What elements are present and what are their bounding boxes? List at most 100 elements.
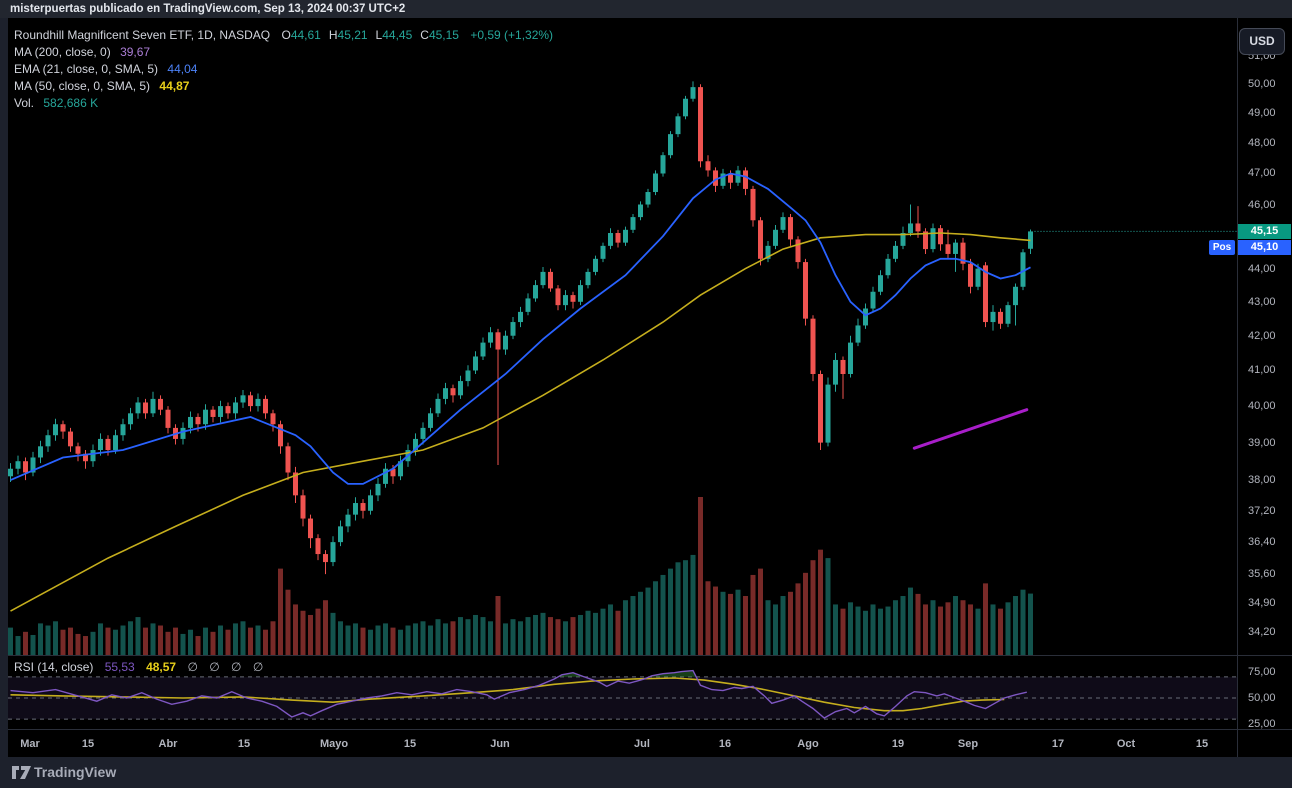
candle-body (638, 204, 643, 218)
candle-body (705, 161, 711, 171)
volume-bar (540, 612, 546, 655)
candle-body (570, 295, 576, 302)
ma200-trendline[interactable] (912, 408, 1029, 450)
symbol-title: Roundhill Magnificent Seven ETF, 1D, NAS… (14, 28, 271, 42)
volume-bar (960, 600, 966, 655)
candle-body (90, 450, 96, 462)
time-tick-label: 16 (718, 738, 732, 750)
candle-body (308, 518, 313, 539)
candle-body (690, 87, 696, 99)
volume-bar (660, 574, 666, 655)
candle-body (443, 388, 448, 399)
chart-left-gutter (0, 18, 8, 757)
candle-body (360, 503, 366, 511)
candle-body (225, 406, 231, 414)
ohlc-key: H (328, 28, 338, 42)
volume-bar (548, 617, 553, 655)
rsi-legend-row[interactable]: RSI (14, close) 55,53 48,57 ∅ ∅ ∅ ∅ (14, 660, 267, 674)
volume-bar (488, 621, 493, 655)
tradingview-logo-icon[interactable] (12, 765, 31, 785)
volume-bar (608, 604, 613, 655)
symbol-legend-row[interactable]: Roundhill Magnificent Seven ETF, 1D, NAS… (14, 27, 553, 44)
ohlc-value: 45,21 (337, 28, 368, 42)
volume-bar (675, 562, 681, 655)
candle-body (863, 308, 868, 326)
volume-bar (300, 610, 306, 655)
candle-body (585, 271, 591, 286)
volume-bar (383, 623, 388, 655)
time-tick-label: 19 (891, 738, 905, 750)
ema21-legend-row[interactable]: EMA (21, close, 0, SMA, 5) 44,04 (14, 61, 553, 78)
price-tick-label: 37,20 (1248, 504, 1276, 517)
candle-body (803, 262, 808, 319)
currency-usd-button[interactable]: USD (1239, 28, 1285, 55)
volume-bar (683, 560, 688, 655)
candle-body (758, 220, 763, 259)
candle-body (375, 483, 381, 496)
brand-text[interactable]: TradingView (34, 764, 116, 780)
candle-body (788, 217, 793, 240)
price-tick-label: 40,00 (1248, 400, 1276, 413)
candle-body (668, 134, 673, 156)
price-tick-label: 35,60 (1248, 568, 1276, 581)
volume-bar (450, 621, 456, 655)
ma50-legend-row[interactable]: MA (50, close, 0, SMA, 5) 44,87 (14, 78, 553, 95)
volume-bar (953, 596, 958, 655)
ma200-legend-row[interactable]: MA (200, close, 0) 39,67 (14, 44, 553, 61)
volume-bar (8, 627, 13, 655)
volume-bar (855, 606, 861, 655)
candle-body (458, 381, 463, 396)
volume-bar (233, 623, 238, 655)
ema21-value: 44,04 (167, 62, 198, 76)
candle-body (113, 435, 118, 451)
candle-body (870, 291, 876, 309)
volume-bar (570, 617, 576, 655)
price-tick-label: 34,90 (1248, 596, 1276, 609)
volume-bar (240, 621, 246, 655)
volume-bar (930, 600, 936, 655)
volume-bar (818, 549, 823, 655)
volume-bar (120, 625, 126, 655)
candle-body (945, 244, 951, 254)
change-value: +0,59 (+1,32%) (470, 28, 554, 42)
volume-bar (323, 600, 328, 655)
candle-body (578, 285, 583, 302)
candle-body (698, 87, 703, 162)
volume-bar (180, 633, 186, 655)
candle-body (98, 438, 103, 451)
candle-body (833, 359, 838, 385)
volume-bar (555, 619, 561, 655)
volume-legend-row[interactable]: Vol. 582,686 K (14, 95, 553, 112)
candle-body (330, 542, 336, 563)
volume-bar (780, 596, 786, 655)
ohlc-key: C (420, 28, 429, 42)
volume-bar (458, 617, 463, 655)
ohlc-values: O44,61 H45,21 L44,45 C45,15 (273, 28, 459, 42)
volume-bar (863, 610, 868, 655)
volume-bar (773, 604, 778, 655)
volume-bar (45, 625, 51, 655)
volume-bar (345, 625, 351, 655)
ma200-value: 39,67 (120, 45, 151, 59)
position-label-chip[interactable]: Pos (1209, 240, 1235, 256)
candle-body (203, 409, 208, 425)
volume-bar (435, 619, 441, 655)
volume-bar (98, 623, 103, 655)
candle-body (593, 258, 598, 272)
candle-body (533, 285, 538, 299)
candle-body (255, 398, 261, 407)
volume-bar (998, 608, 1003, 655)
candle-body (315, 538, 321, 555)
chart-canvas[interactable] (0, 0, 1292, 757)
volume-bar (83, 636, 88, 655)
candle-body (158, 398, 163, 410)
volume-bar (360, 627, 366, 655)
candle-body (248, 395, 253, 407)
volume-bar (308, 614, 313, 655)
candle-body (1005, 305, 1011, 324)
volume-bar (75, 633, 81, 655)
position-price-badge[interactable]: 45,10 (1238, 240, 1291, 256)
time-tick-label: 15 (81, 738, 95, 750)
volume-bar (713, 586, 718, 655)
volume-bar (533, 614, 538, 655)
